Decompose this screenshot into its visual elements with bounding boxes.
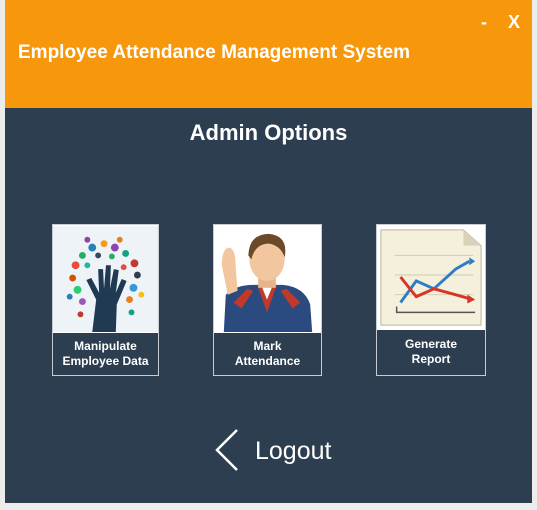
tile-label: Manipulate Employee Data — [62, 338, 149, 368]
logout-label: Logout — [255, 437, 332, 465]
generate-report-button[interactable]: Generate Report — [376, 224, 486, 376]
close-button[interactable]: X — [508, 12, 520, 32]
line-chart-report-icon — [377, 225, 485, 330]
tile-label: Mark Attendance — [234, 338, 301, 368]
app-window: Employee Attendance Management System - … — [5, 0, 532, 503]
app-title: Employee Attendance Management System — [18, 42, 411, 63]
minimize-button[interactable]: - — [481, 12, 487, 32]
logout-button[interactable]: Logout — [213, 428, 353, 472]
manipulate-employee-data-button[interactable]: Manipulate Employee Data — [52, 224, 159, 376]
chevron-left-icon — [215, 429, 238, 471]
title-bar: Employee Attendance Management System - … — [5, 0, 532, 108]
waving-man-icon — [214, 225, 321, 333]
page-title: Admin Options — [189, 120, 348, 145]
tile-label: Generate Report — [404, 337, 458, 366]
hand-tree-icon — [53, 225, 158, 333]
mark-attendance-button[interactable]: Mark Attendance — [213, 224, 322, 376]
